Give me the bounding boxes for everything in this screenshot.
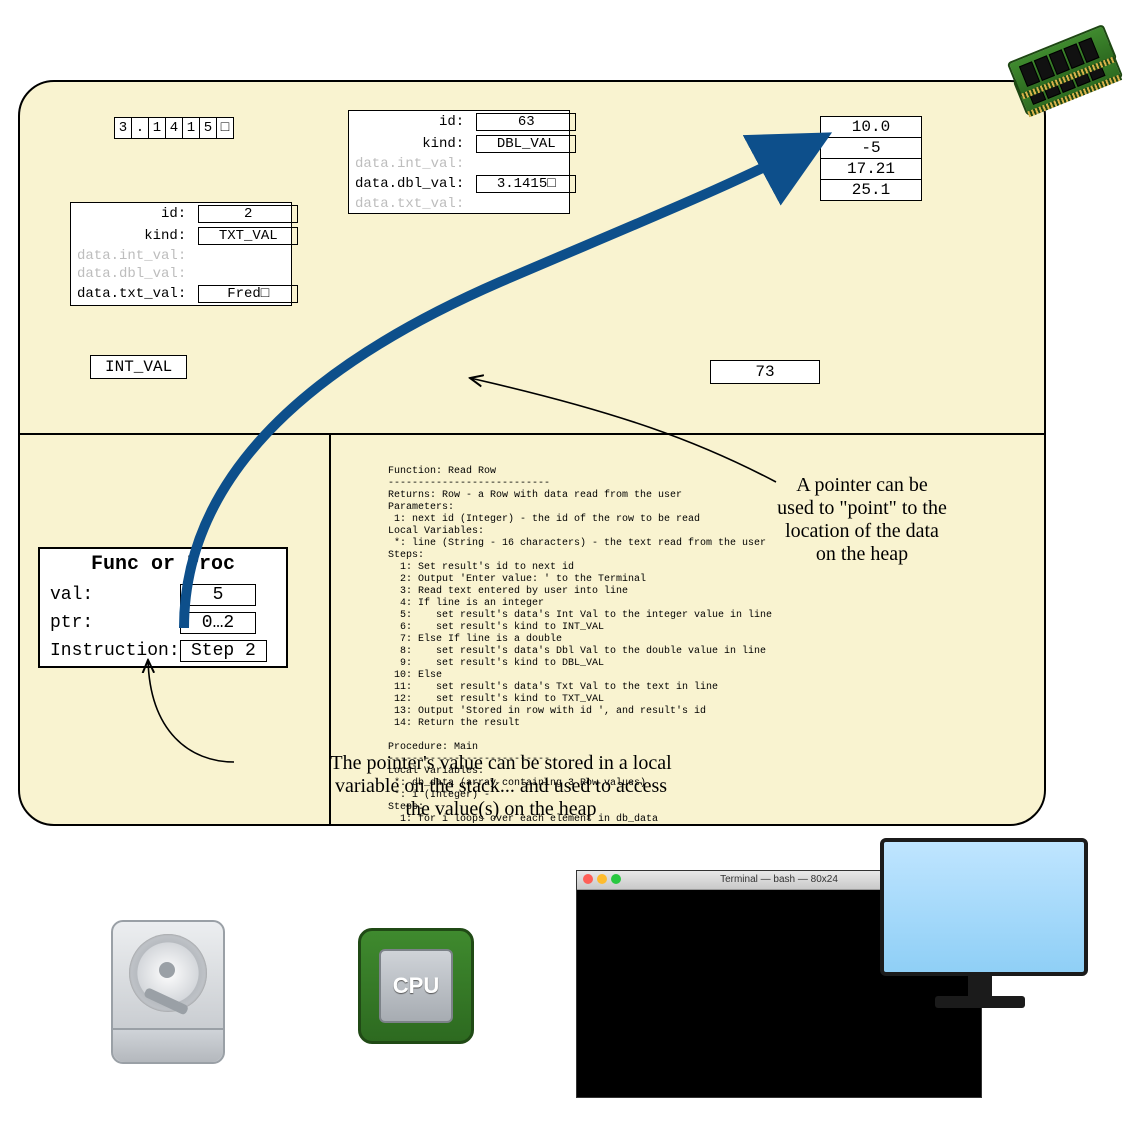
terminal-title: Terminal — bash — 80x24: [720, 874, 838, 885]
val-value: 5: [180, 584, 256, 606]
annotation-heap-pointer: A pointer can be used to "point" to the …: [726, 474, 998, 566]
record-txt: id:2 kind:TXT_VAL data.int_val: data.dbl…: [70, 202, 292, 306]
func-proc-title: Func or Proc: [40, 549, 286, 582]
memory-panel: 3.1415□ id:63 kind:DBL_VAL data.int_val:…: [18, 80, 1046, 826]
annotation-stack-pointer: The pointer's value can be stored in a l…: [216, 752, 786, 821]
cpu-icon: CPU: [358, 928, 474, 1044]
instruction-value: Step 2: [180, 640, 267, 662]
ram-icon: [1010, 30, 1120, 110]
heap-array: 10.0 -5 17.21 25.1: [820, 116, 922, 201]
monitor-icon: [880, 838, 1080, 1006]
ptr-label: ptr:: [50, 613, 180, 633]
number-tag-73: 73: [710, 360, 820, 384]
instruction-label: Instruction:: [50, 641, 180, 661]
digit-string: 3.1415□: [114, 117, 234, 139]
record-dbl: id:63 kind:DBL_VAL data.int_val: data.db…: [348, 110, 570, 214]
int-val-tag: INT_VAL: [90, 355, 187, 379]
ptr-value: 0…2: [180, 612, 256, 634]
func-proc-box: Func or Proc val:5 ptr:0…2 Instruction:S…: [38, 547, 288, 668]
val-label: val:: [50, 585, 180, 605]
hdd-icon: [111, 920, 225, 1064]
memory-divider-horizontal: [20, 433, 1044, 435]
traffic-light-icons: [583, 874, 621, 884]
